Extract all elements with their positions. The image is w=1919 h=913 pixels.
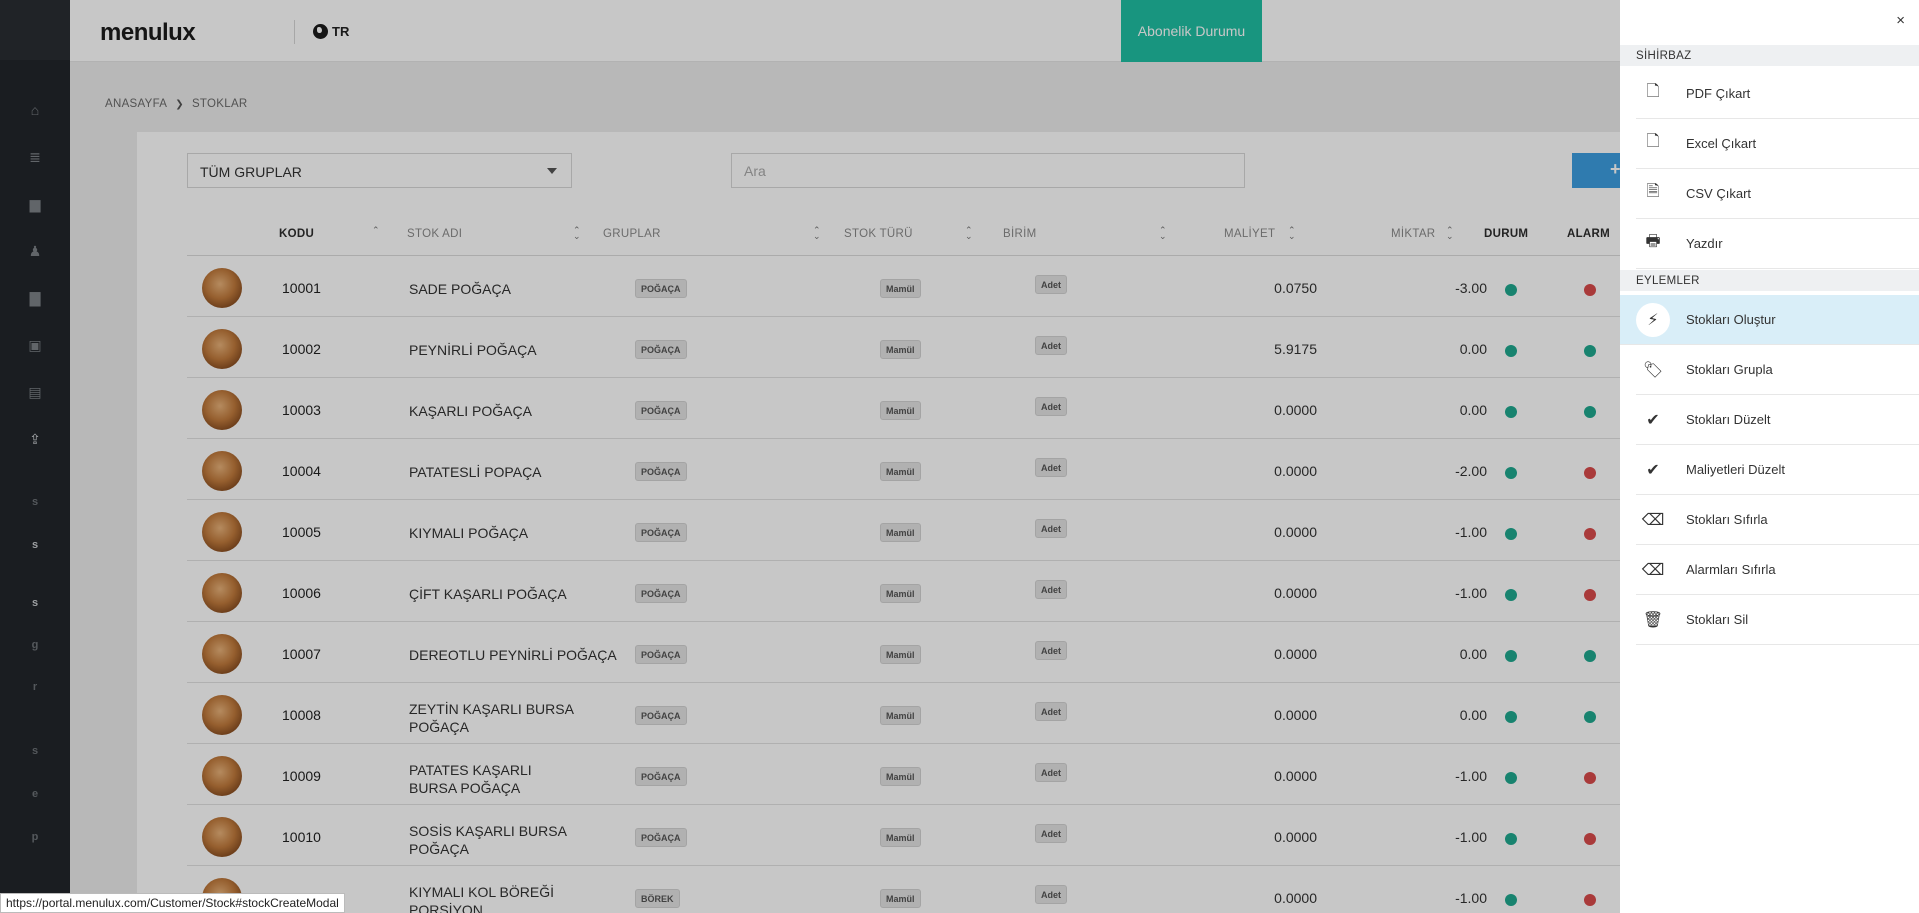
panel-item[interactable]: ✔ Maliyetleri Düzelt (1636, 445, 1919, 495)
trash-icon: 🗑 (1642, 611, 1664, 629)
panel-item-label: CSV Çıkart (1686, 186, 1752, 201)
panel-item[interactable]: ⌫ Alarmları Sıfırla (1636, 545, 1919, 595)
pdf-file-icon: 🗋 (1646, 83, 1660, 100)
panel-item[interactable]: 🏷 Stokları Grupla (1636, 345, 1919, 395)
panel-item[interactable]: 🗋 PDF Çıkart (1636, 69, 1919, 119)
link-status-bar: https://portal.menulux.com/Customer/Stoc… (0, 893, 345, 913)
panel-item[interactable]: 🗋 Excel Çıkart (1636, 119, 1919, 169)
wizard-section-title: SİHİRBAZ (1620, 45, 1919, 66)
csv-file-icon: 🗎 (1646, 183, 1660, 200)
panel-item-label: Maliyetleri Düzelt (1686, 462, 1785, 477)
panel-item-label: Yazdır (1686, 236, 1723, 251)
excel-file-icon: 🗋 (1646, 133, 1660, 150)
print-icon: 🖶 (1645, 233, 1661, 250)
check-icon: ✔ (1646, 461, 1660, 479)
tags-icon: 🏷 (1642, 361, 1664, 379)
panel-item[interactable]: 🗎 CSV Çıkart (1636, 169, 1919, 219)
panel-item-label: Stokları Sil (1686, 612, 1749, 627)
panel-item[interactable]: 🖶 Yazdır (1636, 219, 1919, 269)
actions-side-panel: × SİHİRBAZ 🗋 PDF Çıkart 🗋 Excel Çıkart 🗎 CSV … (1620, 0, 1919, 913)
panel-item[interactable]: 🗑 Stokları Sil (1636, 595, 1919, 645)
panel-item-label: Stokları Düzelt (1686, 412, 1771, 427)
eraser-icon: ⌫ (1641, 511, 1665, 529)
panel-item[interactable]: ⌫ Stokları Sıfırla (1636, 495, 1919, 545)
panel-item-label: PDF Çıkart (1686, 86, 1751, 101)
close-icon[interactable]: × (1896, 12, 1905, 29)
actions-section-title: EYLEMLER (1620, 270, 1919, 291)
panel-item-label: Alarmları Sıfırla (1686, 562, 1776, 577)
bolt-icon: ⚡ (1636, 302, 1670, 337)
panel-item[interactable]: ✔ Stokları Düzelt (1636, 395, 1919, 445)
panel-item-label: Stokları Oluştur (1686, 312, 1776, 327)
panel-item[interactable]: ⚡ Stokları Oluştur (1620, 295, 1919, 345)
panel-item-label: Stokları Sıfırla (1686, 512, 1768, 527)
panel-item-label: Stokları Grupla (1686, 362, 1773, 377)
check-icon: ✔ (1646, 411, 1660, 429)
eraser-icon: ⌫ (1641, 561, 1665, 579)
modal-backdrop[interactable] (0, 0, 1620, 913)
panel-item-label: Excel Çıkart (1686, 136, 1757, 151)
